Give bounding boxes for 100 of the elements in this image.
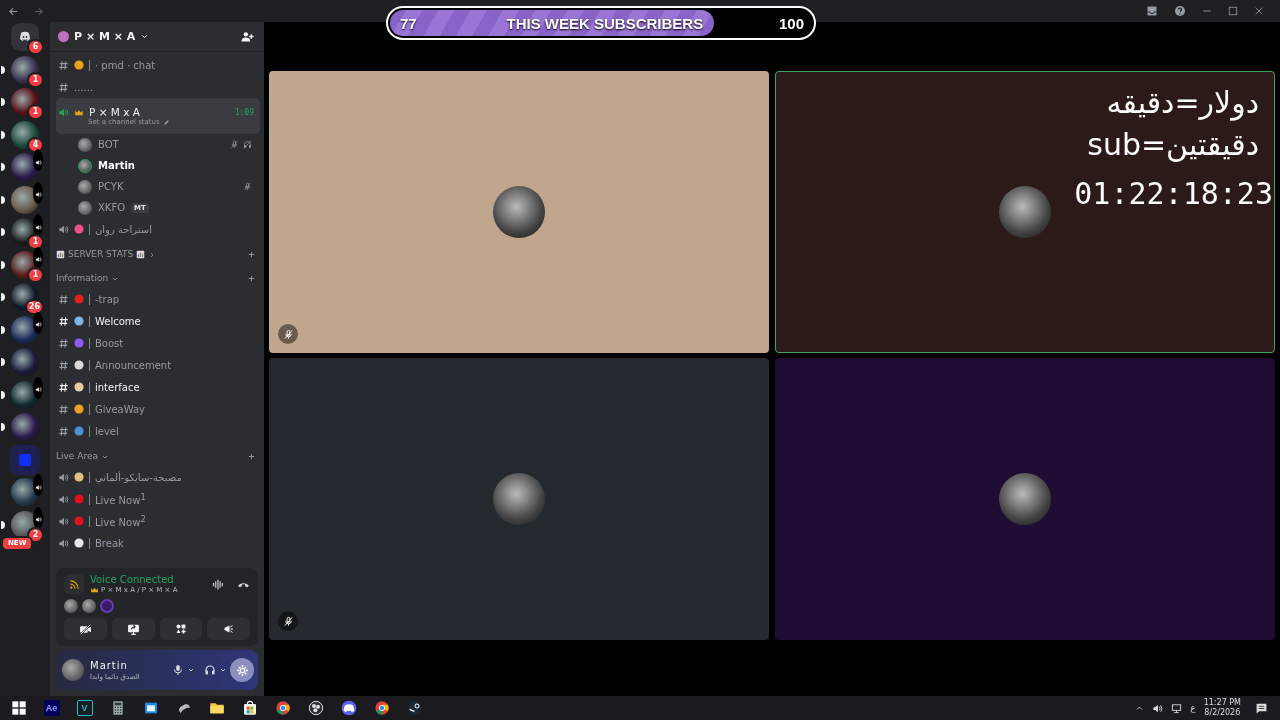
server-icon[interactable] [11, 478, 39, 506]
participant-tile[interactable] [775, 358, 1275, 640]
user-avatar [999, 186, 1051, 238]
user-avatar[interactable] [78, 158, 92, 173]
browser-icon[interactable] [373, 700, 390, 716]
browser-icon[interactable] [274, 700, 291, 716]
speaker-icon [58, 493, 69, 505]
screen-share-button[interactable] [111, 618, 155, 640]
clock-time[interactable]: 11:27 PM [1203, 698, 1241, 708]
plus-icon[interactable] [247, 250, 256, 259]
member-name[interactable]: BOT [98, 139, 119, 150]
after-effects-icon[interactable]: Ae [43, 700, 60, 716]
channel-name: · pmd · chat [95, 59, 156, 71]
settings-button[interactable] [230, 658, 254, 682]
server-icon[interactable] [11, 88, 39, 116]
text-channel[interactable]: · pmd · chat [56, 54, 260, 76]
hash-icon [58, 359, 69, 371]
pencil-icon[interactable] [162, 118, 170, 126]
notifications-icon[interactable] [1255, 701, 1268, 715]
participant-tile[interactable] [269, 71, 769, 353]
member-name[interactable]: Martin [98, 160, 135, 171]
voice-channel[interactable]: Live Now$^{1}$ [56, 488, 260, 510]
chevron-down-icon[interactable] [140, 32, 150, 41]
close-icon[interactable] [1254, 6, 1264, 16]
headset-icon[interactable] [204, 664, 216, 676]
back-arrow-icon[interactable] [8, 5, 19, 17]
voice-channel[interactable]: Break [56, 532, 260, 554]
text-channel[interactable]: interface [56, 376, 260, 398]
forward-arrow-icon[interactable] [33, 5, 44, 17]
text-channel[interactable]: Welcome [56, 310, 260, 332]
user-avatar[interactable] [78, 137, 92, 152]
folder-icon[interactable] [208, 700, 225, 716]
keyboard-language[interactable]: ع [1190, 703, 1196, 713]
voice-channel[interactable]: استراحة روان [56, 218, 260, 240]
speaker-icon [58, 106, 69, 118]
server-icon[interactable] [11, 153, 39, 181]
member-name[interactable]: XKFO [98, 202, 126, 213]
voice-channel[interactable]: مصبحة-سايكو-ألماني [56, 466, 260, 488]
notification-badge: 6 [27, 39, 44, 55]
start-icon[interactable] [10, 700, 27, 716]
home-icon[interactable] [11, 23, 39, 51]
window-icon[interactable] [142, 700, 159, 716]
volume-icon[interactable] [1152, 702, 1164, 714]
server-name[interactable]: P × M × A [74, 30, 136, 43]
maximize-icon[interactable] [1228, 6, 1238, 16]
user-avatar[interactable] [62, 659, 84, 681]
video-editor-icon[interactable]: V [76, 700, 93, 716]
user-avatar [493, 473, 545, 525]
category-name[interactable]: Live Area [56, 451, 98, 461]
plus-icon[interactable] [247, 452, 256, 461]
channel-name: مصبحة-سايكو-ألماني [95, 471, 182, 483]
user-avatar [64, 599, 78, 613]
user-avatar [82, 599, 96, 613]
chart-icon [136, 250, 146, 259]
category-name[interactable]: Information [56, 273, 109, 283]
controller-logo-icon [17, 31, 33, 43]
server-icon[interactable] [11, 380, 39, 409]
goal-target-count: 100 [778, 14, 804, 32]
goal-current-count: 77 [400, 14, 417, 32]
countdown-timer: 01:22:18:23 [1074, 175, 1273, 213]
recorder-icon[interactable] [307, 700, 324, 716]
text-channel[interactable]: Boost [56, 332, 260, 354]
microphone-icon[interactable] [172, 664, 184, 676]
server-icon[interactable] [11, 185, 39, 214]
add-member-icon[interactable] [241, 30, 254, 43]
server-icon [58, 31, 69, 42]
text-channel[interactable]: level [56, 420, 260, 442]
activities-button[interactable] [159, 618, 203, 640]
clock-date[interactable]: 8/2/2026 [1204, 708, 1241, 718]
server-icon[interactable] [11, 55, 39, 84]
text-channel[interactable]: -trap [56, 288, 260, 310]
voice-channel[interactable]: Live Now$^{2}$ [56, 510, 260, 532]
user-avatar[interactable] [78, 200, 92, 215]
plus-icon[interactable] [247, 274, 256, 283]
channel-name: Boost [95, 337, 124, 349]
participant-tile[interactable] [269, 358, 769, 640]
chevron-down-icon[interactable] [111, 275, 120, 283]
soundboard-button[interactable] [207, 618, 250, 640]
server-icon[interactable] [11, 120, 39, 149]
text-channel[interactable]: ...... [56, 76, 260, 98]
camera-button[interactable] [64, 618, 107, 640]
settings-icon [235, 663, 249, 677]
server-icon[interactable] [11, 283, 39, 311]
member-name[interactable]: PCYK [98, 181, 124, 192]
chevron-down-icon[interactable] [219, 666, 227, 674]
shapes-icon [174, 623, 187, 635]
help-icon[interactable] [1174, 5, 1186, 17]
chat-app-icon[interactable] [340, 700, 357, 716]
username[interactable]: Martin [90, 659, 140, 671]
inbox-icon[interactable] [1146, 5, 1158, 17]
store-icon[interactable] [241, 700, 258, 716]
text-channel[interactable]: Announcement [56, 354, 260, 376]
network-icon[interactable] [1171, 702, 1183, 714]
chevron-down-icon[interactable] [100, 453, 109, 461]
chevron-down-icon[interactable] [187, 666, 195, 674]
text-channel[interactable]: GiveaWay [56, 398, 260, 420]
server-icon[interactable] [11, 315, 39, 344]
noise-suppression-icon[interactable] [212, 577, 225, 591]
category-name[interactable]: SERVER STATS [68, 249, 134, 259]
user-avatar[interactable] [78, 179, 92, 194]
